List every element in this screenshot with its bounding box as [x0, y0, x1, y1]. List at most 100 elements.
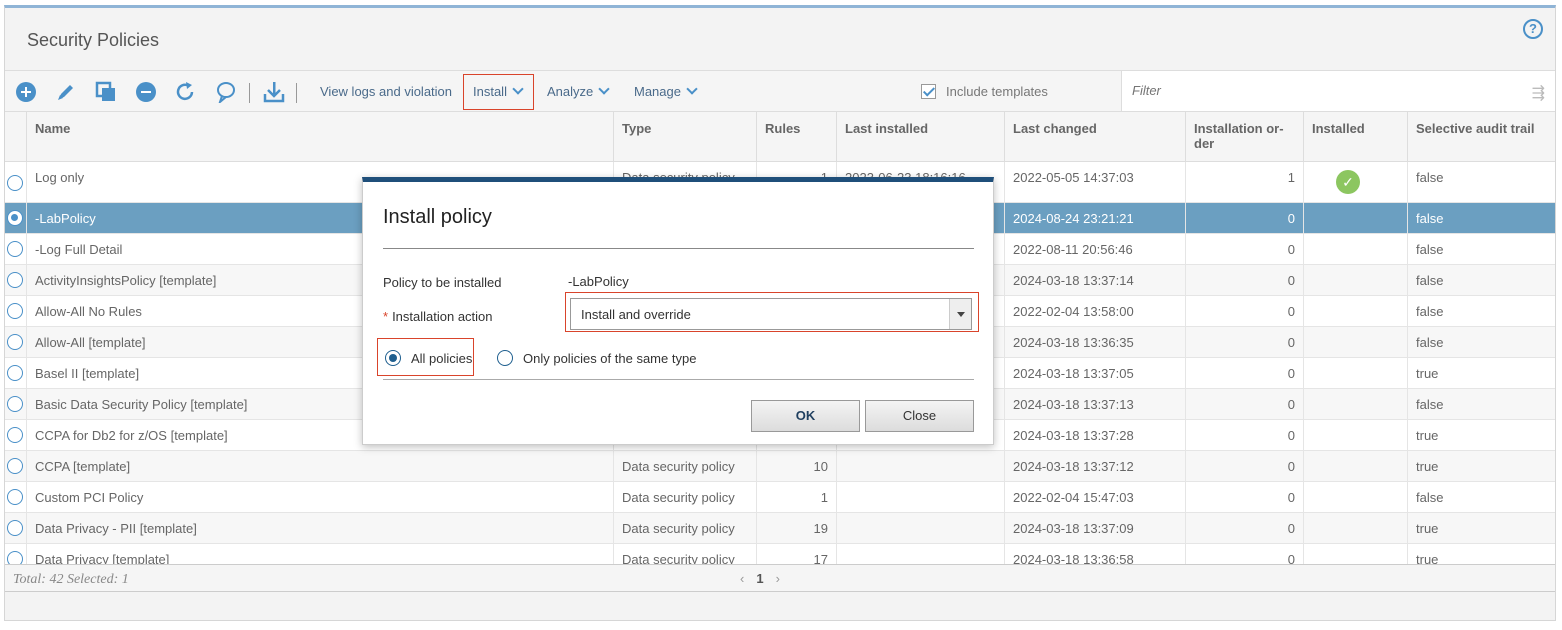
row-select-radio[interactable]	[7, 365, 23, 381]
install-menu[interactable]: Install	[473, 83, 524, 99]
toolbar-divider	[249, 83, 250, 103]
cell-installed	[1303, 296, 1407, 326]
download-icon[interactable]	[261, 79, 287, 105]
policy-label: Policy to be installed	[383, 275, 502, 290]
table-header: Name Type Rules Last installed Last chan…	[5, 112, 1555, 162]
cell-rules: 10	[756, 451, 836, 481]
include-templates-checkbox[interactable]	[921, 84, 936, 99]
include-templates-toggle[interactable]: Include templates	[921, 84, 1048, 99]
cell-installed	[1303, 482, 1407, 512]
table-row[interactable]: Data Privacy [template] Data security pol…	[5, 544, 1555, 564]
edit-icon[interactable]	[53, 79, 79, 105]
row-select-radio[interactable]	[7, 175, 23, 191]
column-header-last-changed[interactable]: Last changed	[1004, 112, 1185, 162]
row-select-radio[interactable]	[7, 489, 23, 505]
cell-rules: 17	[756, 544, 836, 564]
row-select-radio[interactable]	[7, 458, 23, 474]
cell-selective-audit-trail: true	[1407, 420, 1553, 450]
same-type-label[interactable]: Only policies of the same type	[523, 351, 696, 366]
copy-icon[interactable]	[93, 79, 119, 105]
table-footer: Total: 42 Selected: 1 ‹ 1 ›	[5, 564, 1555, 592]
cell-installation-order: 0	[1185, 482, 1303, 512]
next-page-icon[interactable]: ›	[776, 571, 780, 586]
cell-installed	[1303, 513, 1407, 543]
row-select-radio[interactable]	[7, 396, 23, 412]
installation-action-value: Install and override	[581, 307, 691, 322]
filter-options-icon[interactable]: ⇶	[1532, 83, 1545, 103]
total-count: Total: 42 Selected: 1	[13, 572, 129, 587]
prev-page-icon[interactable]: ‹	[740, 571, 744, 586]
cell-last-changed: 2024-03-18 13:36:58	[1004, 544, 1185, 564]
row-select-radio[interactable]	[7, 241, 23, 257]
cell-last-installed	[836, 482, 1004, 512]
add-icon[interactable]	[13, 79, 39, 105]
view-logs-link[interactable]: View logs and violation	[320, 84, 452, 99]
cell-name: CCPA [template]	[26, 451, 613, 481]
row-select-radio[interactable]	[7, 303, 23, 319]
column-header-last-installed[interactable]: Last installed	[836, 112, 1004, 162]
cell-installation-order: 1	[1185, 162, 1303, 202]
table-row[interactable]: Custom PCI Policy Data security policy 1 20…	[5, 482, 1555, 513]
pagination: ‹ 1 ›	[740, 571, 780, 586]
comment-icon[interactable]	[213, 79, 239, 105]
dialog-title: Install policy	[383, 206, 492, 228]
help-icon[interactable]: ?	[1523, 19, 1543, 39]
cell-selective-audit-trail: false	[1407, 265, 1553, 295]
cell-selective-audit-trail: true	[1407, 358, 1553, 388]
cell-last-changed: 2022-08-11 20:56:46	[1004, 234, 1185, 264]
current-page[interactable]: 1	[756, 571, 763, 586]
same-type-radio[interactable]	[497, 350, 513, 366]
cell-installed	[1303, 203, 1407, 233]
all-policies-label[interactable]: All policies	[411, 351, 472, 366]
column-header-name[interactable]: Name	[26, 112, 613, 162]
refresh-icon[interactable]	[173, 79, 199, 105]
cell-last-changed: 2022-02-04 13:58:00	[1004, 296, 1185, 326]
all-policies-radio[interactable]	[385, 350, 401, 366]
cell-installation-order: 0	[1185, 234, 1303, 264]
cell-last-changed: 2024-08-24 23:21:21	[1004, 203, 1185, 233]
row-select-radio[interactable]	[7, 272, 23, 288]
manage-menu[interactable]: Manage	[634, 83, 698, 99]
column-header-type[interactable]: Type	[613, 112, 756, 162]
column-header-installation-order[interactable]: Installation or- der	[1185, 112, 1303, 162]
close-button[interactable]: Close	[865, 400, 974, 432]
cell-rules: 1	[756, 482, 836, 512]
manage-label: Manage	[634, 84, 681, 99]
cell-selective-audit-trail: true	[1407, 513, 1553, 543]
cell-last-installed	[836, 513, 1004, 543]
cell-last-changed: 2022-05-05 14:37:03	[1004, 162, 1185, 202]
installed-check-icon: ✓	[1336, 170, 1360, 194]
row-select-radio[interactable]	[7, 210, 23, 226]
column-header-selective-audit-trail[interactable]: Selective audit trail	[1407, 112, 1553, 162]
installation-action-select[interactable]: Install and override	[570, 298, 972, 330]
cell-selective-audit-trail: false	[1407, 389, 1553, 419]
page-title: Security Policies	[27, 30, 160, 50]
analyze-menu[interactable]: Analyze	[547, 83, 610, 99]
filter-input[interactable]	[1132, 83, 1512, 98]
column-header-installed[interactable]: Installed	[1303, 112, 1407, 162]
table-row[interactable]: Data Privacy - PII [template] Data securi…	[5, 513, 1555, 544]
analyze-label: Analyze	[547, 84, 594, 99]
cell-last-changed: 2024-03-18 13:36:35	[1004, 327, 1185, 357]
cell-installation-order: 0	[1185, 296, 1303, 326]
table-row[interactable]: CCPA [template] Data security policy 10 202…	[5, 451, 1555, 482]
row-select-radio[interactable]	[7, 551, 23, 564]
dropdown-arrow-icon[interactable]	[949, 299, 971, 329]
cell-last-changed: 2024-03-18 13:37:12	[1004, 451, 1185, 481]
divider	[383, 379, 974, 380]
row-select-radio[interactable]	[7, 427, 23, 443]
chevron-down-icon	[512, 83, 524, 95]
cell-last-changed: 2024-03-18 13:37:28	[1004, 420, 1185, 450]
remove-icon[interactable]	[133, 79, 159, 105]
ok-button[interactable]: OK	[751, 400, 860, 432]
row-select-radio[interactable]	[7, 520, 23, 536]
cell-type: Data security policy	[613, 482, 756, 512]
cell-last-changed: 2022-02-04 15:47:03	[1004, 482, 1185, 512]
cell-installation-order: 0	[1185, 513, 1303, 543]
column-header-rules[interactable]: Rules	[756, 112, 836, 162]
cell-selective-audit-trail: false	[1407, 482, 1553, 512]
cell-installed	[1303, 358, 1407, 388]
cell-selective-audit-trail: false	[1407, 203, 1553, 233]
row-select-radio[interactable]	[7, 334, 23, 350]
cell-installation-order: 0	[1185, 203, 1303, 233]
